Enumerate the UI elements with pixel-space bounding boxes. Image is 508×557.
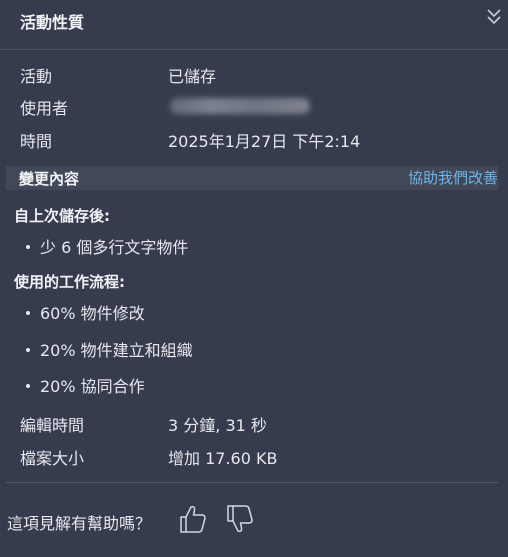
workflow-item: 20% 協同合作 (40, 377, 145, 396)
double-chevron-down-icon[interactable] (486, 8, 502, 26)
edit-time-label: 編輯時間 (20, 416, 85, 435)
bullet-dot (26, 310, 30, 315)
since-last-save-heading: 自上次儲存後: (14, 207, 110, 225)
workflow-heading: 使用的工作流程: (14, 273, 125, 291)
activity-value: 已儲存 (168, 67, 217, 86)
edit-time-row: 編輯時間 3 分鐘, 31 秒 (20, 412, 490, 436)
help-us-improve-link[interactable]: 協助我們改善 (408, 167, 498, 188)
time-value: 2025年1月27日 下午2:14 (168, 132, 361, 151)
feedback-question: 這項見解有幫助嗎？ (7, 514, 152, 533)
workflow-item: 20% 物件建立和組織 (40, 341, 193, 360)
thumbs-down-icon[interactable] (225, 503, 255, 535)
list-item: 少 6 個多行文字物件 (26, 234, 188, 258)
file-size-row: 檔案大小 增加 17.60 KB (20, 445, 490, 469)
panel-title: 活動性質 (20, 13, 85, 32)
panel-header: 活動性質 (0, 0, 508, 50)
list-item: 20% 物件建立和組織 (26, 337, 193, 361)
file-size-label: 檔案大小 (20, 449, 85, 468)
divider (6, 482, 498, 483)
bullet-dot (26, 383, 30, 388)
activity-label: 活動 (20, 67, 53, 86)
list-item: 60% 物件修改 (26, 300, 145, 324)
since-last-save-item: 少 6 個多行文字物件 (40, 238, 189, 257)
time-label: 時間 (20, 132, 53, 151)
activity-row: 活動 已儲存 (20, 63, 490, 87)
changes-section-header: 變更內容 協助我們改善 (6, 166, 498, 190)
thumbs-up-icon[interactable] (178, 503, 208, 535)
time-row: 時間 2025年1月27日 下午2:14 (20, 128, 490, 152)
workflow-item: 60% 物件修改 (40, 304, 145, 323)
user-row: 使用者 (20, 95, 490, 119)
bullet-dot (26, 244, 30, 249)
user-label: 使用者 (20, 99, 69, 118)
bullet-dot (26, 347, 30, 352)
blurred-user-name (170, 98, 310, 114)
edit-time-value: 3 分鐘, 31 秒 (168, 416, 267, 435)
list-item: 20% 協同合作 (26, 373, 145, 397)
changes-section-title: 變更內容 (19, 170, 80, 188)
file-size-value: 增加 17.60 KB (168, 449, 278, 468)
